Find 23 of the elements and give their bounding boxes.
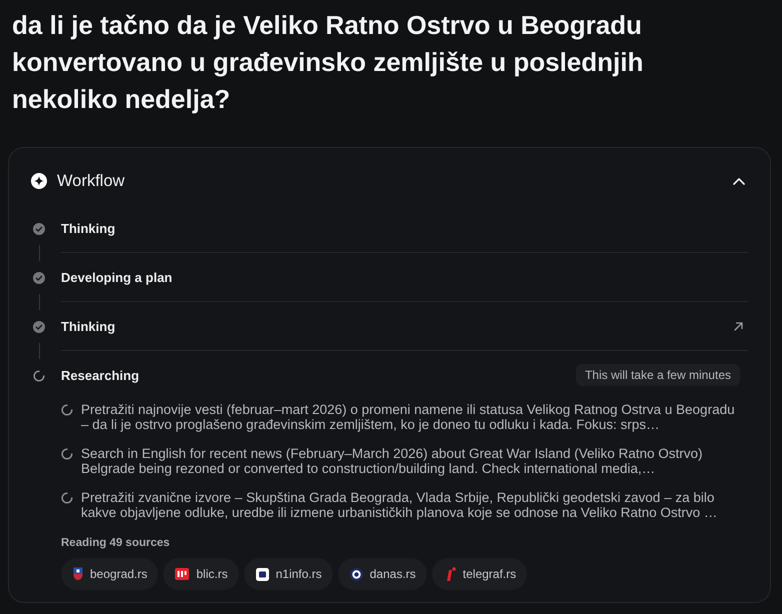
source-chip[interactable]: danas.rs (338, 558, 427, 590)
source-chip[interactable]: beograd.rs (61, 558, 158, 590)
sparkle-icon (31, 173, 47, 189)
ring-icon (350, 568, 363, 580)
source-chip[interactable]: telegraf.rs (432, 558, 528, 590)
chevron-up-icon[interactable] (733, 177, 745, 185)
task-text: Pretražiti zvanične izvore – Skupština Grada Beograda, Vlada Srbije, Republički geodetski zavod – za bilo kakve objavljene odluke, uredbe ili izmene urbanističkih planova koje se odnose na Veliko Ratno Ostrvo … (81, 490, 718, 520)
step-label: Researching (61, 368, 140, 382)
time-note: This will take a few minutes (576, 364, 740, 386)
task-text: Pretražiti najnovije vesti (februar–mart 2026) o promeni namene ili statusa Velikog Ratnog Ostrva u Beogradu – da li je ostrvo proglašeno građevinskim zemljištem, ko je doneo tu odluku i kada. Fokus: srps… (81, 402, 736, 432)
workflow-title: Workflow (57, 172, 125, 190)
crest-icon (73, 567, 83, 581)
tile-icon (175, 568, 190, 580)
task-text: Search in English for recent news (February–March 2026) about Great War Island (Veliko Ratno Ostrvo) Belgrade being rezoned or converted to construction/building land. Check international media,… (81, 446, 704, 476)
source-chip[interactable]: blic.rs (163, 558, 239, 590)
step-label: Developing a plan (61, 270, 172, 284)
arrow-up-right-icon[interactable] (733, 320, 744, 332)
step-label: Thinking (61, 318, 116, 334)
source-chip[interactable]: n1info.rs (244, 558, 333, 590)
question-text: da li je tačno da je Veliko Ratno Ostrvo u Beogradu konvertovano u građevinsko zemljište u poslednjih nekoliko nedelja? (12, 9, 644, 116)
tile-icon (256, 568, 269, 580)
sources-label: Reading 49 sources (61, 536, 171, 550)
step-label: Thinking (61, 220, 116, 236)
